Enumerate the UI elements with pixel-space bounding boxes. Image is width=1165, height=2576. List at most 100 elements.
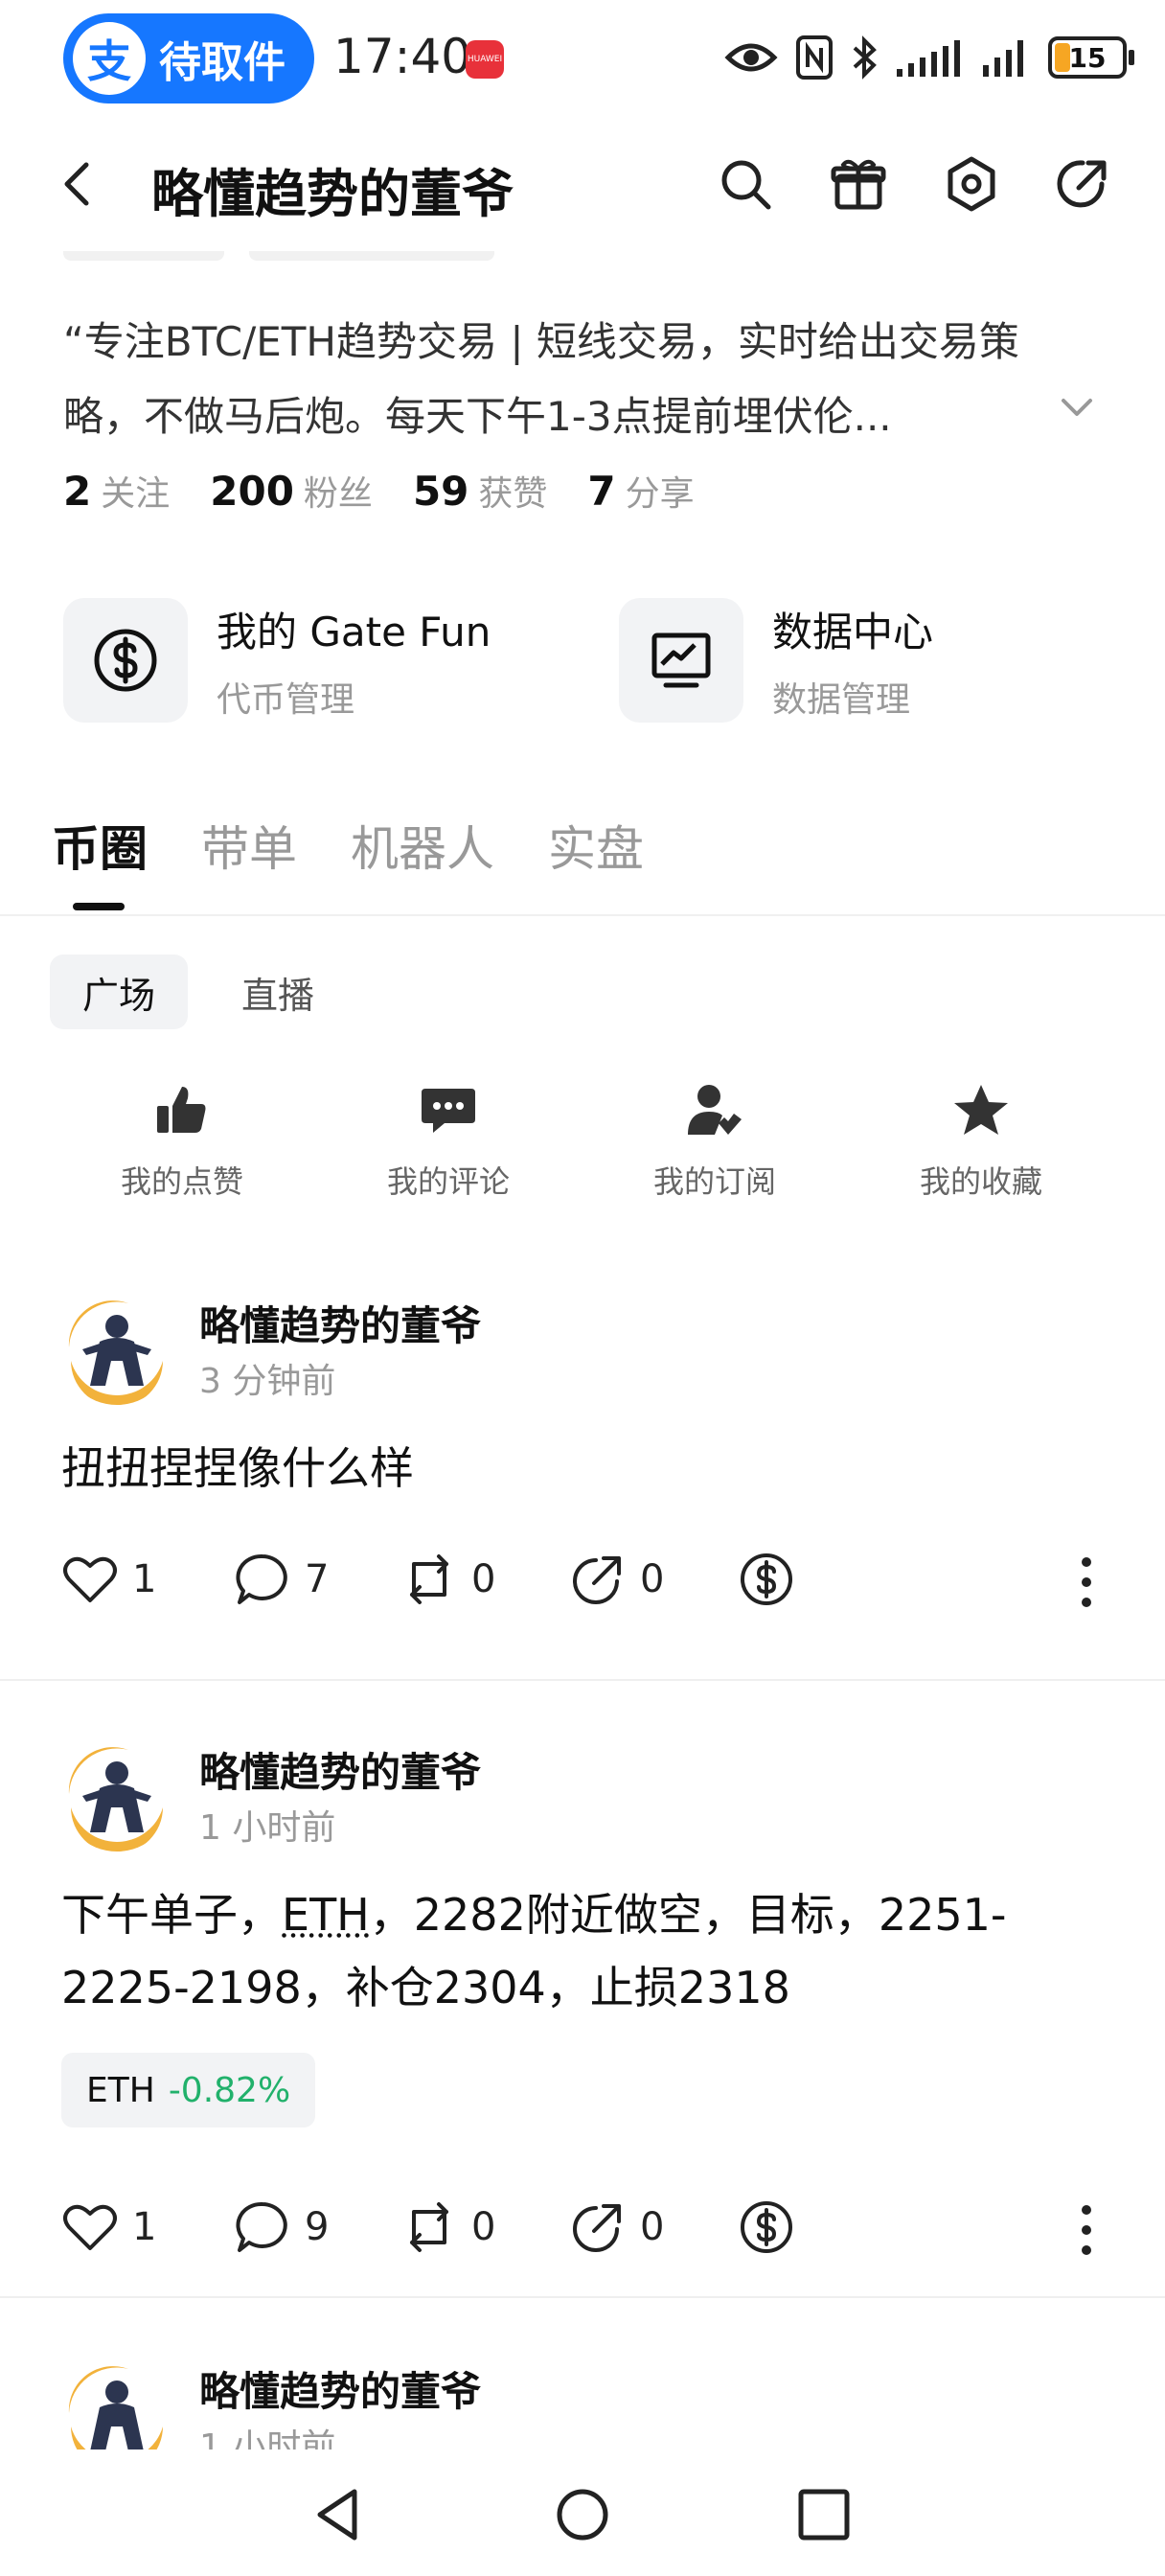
share-button[interactable]: 0 [569, 1551, 664, 1608]
signal-2-icon [983, 40, 1023, 77]
share-icon[interactable] [1054, 155, 1111, 213]
repost-button[interactable]: 0 [400, 1551, 495, 1608]
tool-subtitle: 数据管理 [772, 679, 911, 720]
ticker-change: -0.82% [168, 2070, 291, 2110]
search-icon[interactable] [717, 155, 774, 213]
post-body[interactable]: 扭扭捏捏像什么样 [61, 1432, 1106, 1505]
tool-gate-fun[interactable]: 我的 Gate Fun 代币管理 [63, 598, 491, 723]
stat-num: 200 [210, 468, 294, 515]
quick-action-label: 我的订阅 [652, 1163, 776, 1200]
divider [0, 2296, 1165, 2298]
tip-button[interactable] [738, 1551, 795, 1608]
comment-bubble-icon [236, 1553, 287, 1604]
stat-label: 获赞 [478, 474, 548, 514]
comment-count: 7 [305, 1557, 330, 1601]
status-time: 17:40 [333, 29, 472, 84]
divider [0, 914, 1165, 916]
signal-1-icon [897, 40, 960, 77]
tab-copy-trading[interactable]: 带单 [201, 811, 297, 880]
eye-icon [724, 43, 778, 72]
nav-recents-icon[interactable] [793, 2484, 855, 2545]
comment-button[interactable]: 7 [234, 1551, 329, 1608]
alipay-pill-label: 待取件 [159, 38, 286, 87]
post-author[interactable]: 略懂趋势的董爷 [199, 1740, 481, 1799]
alipay-pickup-pill[interactable]: 支 待取件 [63, 13, 314, 104]
quick-action-my-subscriptions[interactable]: 我的订阅 [619, 1081, 811, 1202]
tab-live-account[interactable]: 实盘 [548, 811, 644, 880]
tab-coin-circle[interactable]: 币圈 [52, 811, 148, 880]
heart-icon [63, 1556, 117, 1602]
divider [0, 1679, 1165, 1681]
share-icon [573, 1556, 621, 1604]
ticker-chip[interactable]: ETH -0.82% [61, 2053, 316, 2128]
bluetooth-icon [853, 35, 877, 80]
post-body-text: 下午单子， [61, 1889, 282, 1941]
post-author[interactable]: 略懂趋势的董爷 [199, 2359, 481, 2418]
share-count: 0 [640, 2205, 665, 2249]
dollar-circle-icon [94, 629, 157, 692]
alipay-logo: 支 [73, 22, 146, 95]
peek-chip [249, 251, 494, 261]
like-button[interactable]: 1 [61, 2198, 156, 2256]
quick-action-my-likes[interactable]: 我的点赞 [86, 1081, 278, 1202]
like-button[interactable]: 1 [61, 1551, 156, 1608]
quick-action-my-comments[interactable]: 我的评论 [353, 1081, 544, 1202]
share-button[interactable]: 0 [569, 2198, 664, 2256]
back-arrow-icon[interactable] [50, 155, 107, 213]
ticker-link[interactable]: ETH [282, 1889, 370, 1941]
more-vertical-icon[interactable] [1067, 2198, 1106, 2262]
stat-label: 分享 [625, 474, 695, 514]
comment-bubble-icon [236, 2201, 287, 2252]
status-bar: 支 待取件 17:40 HUAWEI 15 [0, 0, 1165, 119]
repost-icon [410, 2202, 448, 2252]
tool-icon-box [63, 598, 188, 723]
more-vertical-icon[interactable] [1067, 1551, 1106, 1614]
like-count: 1 [132, 1557, 157, 1601]
subtab-live[interactable]: 直播 [209, 954, 347, 1029]
stat-num: 59 [412, 468, 469, 515]
status-icons: 15 [724, 29, 1134, 86]
stat-likes[interactable]: 59 获赞 [413, 466, 547, 516]
tip-button[interactable] [738, 2198, 795, 2256]
quick-action-label: 我的评论 [386, 1163, 510, 1200]
stat-followers[interactable]: 200 粉丝 [210, 466, 373, 516]
post-actions: 1 7 0 0 [61, 1551, 1106, 1614]
subscribe-user-icon [688, 1085, 742, 1135]
dollar-circle-icon [741, 1553, 792, 1605]
repost-button[interactable]: 0 [400, 2198, 495, 2256]
tool-data-center[interactable]: 数据中心 数据管理 [619, 598, 933, 723]
profile-bio: “专注BTC/ETH趋势交易 | 短线交易，实时给出交易策略，不做马后炮。每天下… [63, 318, 1019, 440]
profile-stats: 2 关注 200 粉丝 59 获赞 7 分享 [63, 466, 735, 516]
star-icon [954, 1085, 1008, 1135]
avatar[interactable] [61, 1294, 172, 1405]
stat-num: 2 [63, 468, 92, 515]
quick-action-my-favorites[interactable]: 我的收藏 [885, 1081, 1077, 1202]
avatar[interactable] [61, 2359, 172, 2450]
top-app-bar: 略懂趋势的董爷 [0, 134, 1165, 234]
post-body[interactable]: 下午单子，ETH，2282附近做空，目标，2251-2225-2198，补仓23… [61, 1878, 1106, 2024]
quick-action-label: 我的点赞 [120, 1163, 243, 1200]
comment-button[interactable]: 9 [234, 2198, 329, 2256]
nav-back-icon[interactable] [308, 2484, 370, 2545]
tool-subtitle: 代币管理 [217, 679, 355, 720]
avatar[interactable] [61, 1740, 172, 1852]
repost-count: 0 [471, 2205, 496, 2249]
subtab-square[interactable]: 广场 [50, 954, 189, 1029]
post-card[interactable]: 略懂趋势的董爷 1 小时前 下午单子，ETH，2282附近做空，目标，2251-… [0, 1740, 1165, 2281]
post-actions: 1 9 0 0 [61, 2198, 1106, 2262]
settings-hexagon-icon[interactable] [943, 155, 1000, 213]
post-card[interactable]: 略懂趋势的董爷 3 分钟前 扭扭捏捏像什么样 1 7 0 0 [0, 1294, 1165, 1681]
gift-icon[interactable] [830, 155, 887, 213]
stat-following[interactable]: 2 关注 [63, 466, 170, 516]
nfc-icon [796, 35, 833, 80]
avatar-image [63, 1742, 171, 1852]
stat-shares[interactable]: 7 分享 [587, 466, 694, 516]
post-card[interactable]: 略懂趋势的董爷 1 小时前 [0, 2359, 1165, 2450]
post-timestamp: 3 分钟前 [199, 1362, 336, 1401]
battery-level: 15 [1068, 41, 1107, 74]
nav-home-icon[interactable] [552, 2484, 613, 2545]
chevron-down-icon[interactable] [1054, 383, 1100, 429]
post-author[interactable]: 略懂趋势的董爷 [199, 1294, 481, 1352]
tab-bots[interactable]: 机器人 [351, 811, 494, 880]
active-tab-indicator [73, 903, 125, 910]
